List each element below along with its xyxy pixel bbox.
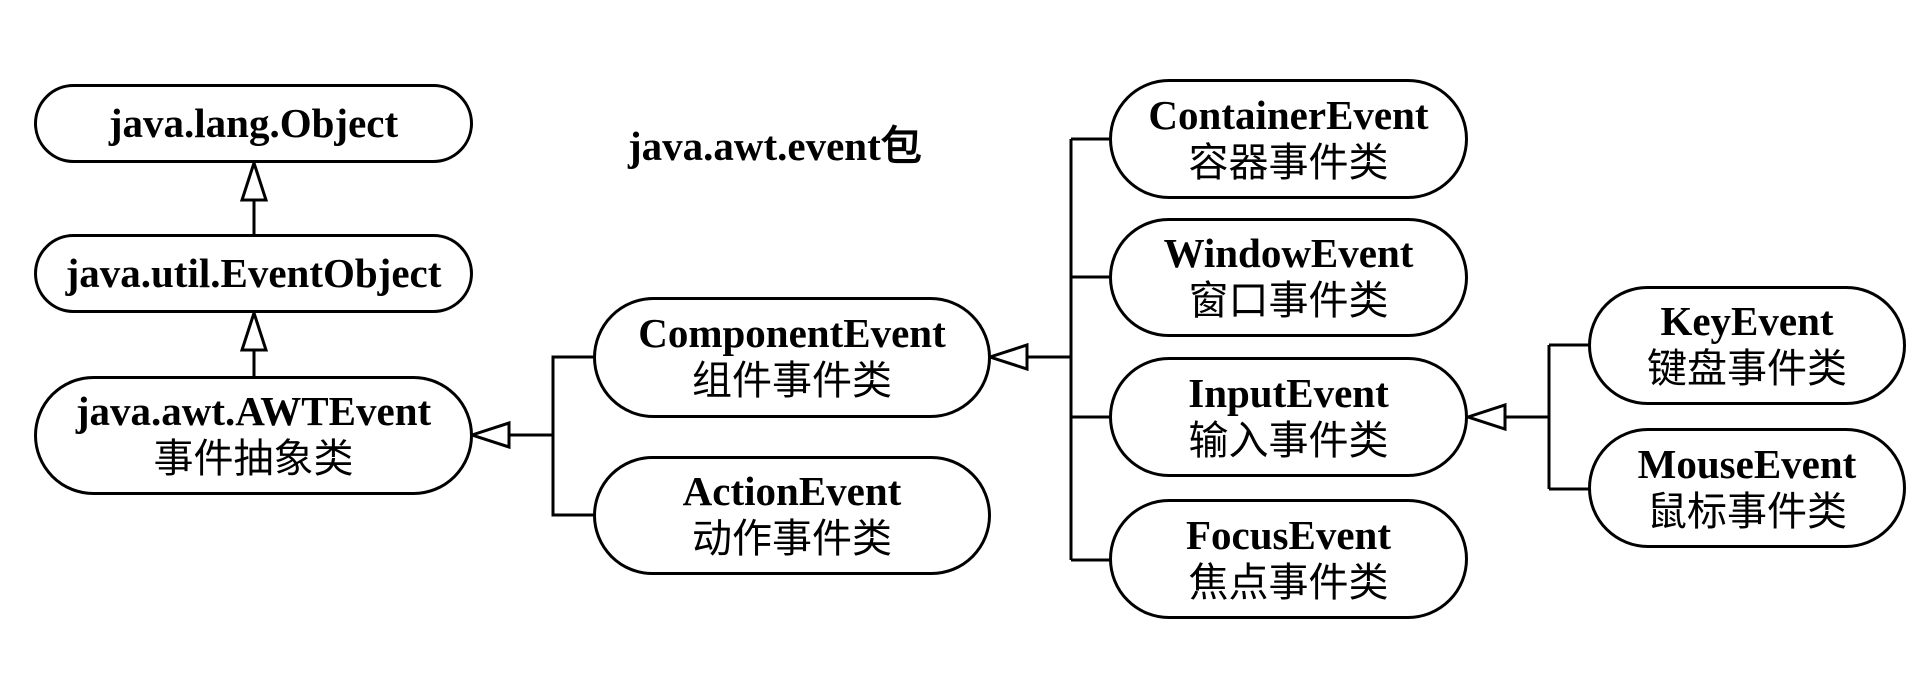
node-focusevent: FocusEvent 焦点事件类 xyxy=(1109,499,1468,619)
arrowhead-componentevent xyxy=(985,342,1029,372)
node-containerevent: ContainerEvent 容器事件类 xyxy=(1109,79,1468,199)
node-subtitle: 组件事件类 xyxy=(692,358,892,405)
node-subtitle: 事件抽象类 xyxy=(153,436,354,483)
node-subtitle: 窗口事件类 xyxy=(1188,278,1389,325)
node-title: FocusEvent xyxy=(1186,511,1391,558)
node-keyevent: KeyEvent 键盘事件类 xyxy=(1588,286,1906,405)
edge-actionevent-to-awtevent xyxy=(551,435,594,517)
edge-componentevent-to-awtevent xyxy=(551,355,594,435)
node-subtitle: 输入事件类 xyxy=(1188,417,1389,464)
node-title: java.lang.Object xyxy=(108,99,399,146)
arrowhead-object xyxy=(239,158,269,202)
node-windowevent: WindowEvent 窗口事件类 xyxy=(1109,218,1468,337)
node-title: java.util.EventObject xyxy=(65,249,442,296)
arrowhead-inputevent xyxy=(1463,402,1507,432)
arrowhead-awtevent xyxy=(467,420,511,450)
node-subtitle: 动作事件类 xyxy=(692,516,892,563)
package-label-latin: java.awt.event xyxy=(628,123,881,169)
class-hierarchy-diagram: java.awt.event包 java.lang.Object java.ut… xyxy=(0,0,1919,686)
package-label: java.awt.event包 xyxy=(628,112,922,172)
node-title: ContainerEvent xyxy=(1148,91,1429,138)
node-title: ActionEvent xyxy=(682,468,902,515)
node-java-util-eventobject: java.util.EventObject xyxy=(34,234,473,313)
node-title: KeyEvent xyxy=(1660,298,1834,345)
node-title: MouseEvent xyxy=(1637,440,1857,487)
node-subtitle: 鼠标事件类 xyxy=(1647,488,1847,535)
node-actionevent: ActionEvent 动作事件类 xyxy=(593,456,991,575)
node-subtitle: 焦点事件类 xyxy=(1188,559,1389,606)
arrowhead-eventobject xyxy=(239,308,269,352)
node-title: ComponentEvent xyxy=(638,310,946,357)
package-label-cjk: 包 xyxy=(880,122,922,170)
node-title: InputEvent xyxy=(1188,369,1389,416)
node-componentevent: ComponentEvent 组件事件类 xyxy=(593,297,991,418)
node-title: java.awt.AWTEvent xyxy=(75,388,432,435)
node-title: WindowEvent xyxy=(1163,230,1414,277)
node-subtitle: 容器事件类 xyxy=(1188,139,1389,186)
node-mouseevent: MouseEvent 鼠标事件类 xyxy=(1588,428,1906,548)
node-java-lang-object: java.lang.Object xyxy=(34,84,473,163)
node-subtitle: 键盘事件类 xyxy=(1647,346,1847,393)
node-java-awt-awtevent: java.awt.AWTEvent 事件抽象类 xyxy=(34,376,473,495)
node-inputevent: InputEvent 输入事件类 xyxy=(1109,357,1468,477)
